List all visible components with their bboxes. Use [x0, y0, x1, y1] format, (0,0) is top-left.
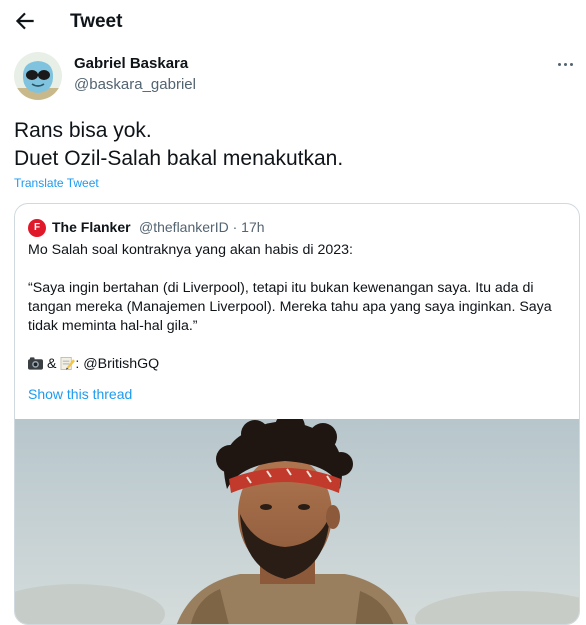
avatar[interactable]	[14, 52, 62, 100]
photo-credit: & : @BritishGQ	[28, 355, 568, 374]
author-handle[interactable]: @baskara_gabriel	[74, 76, 196, 93]
page-title: Tweet	[70, 11, 123, 32]
photo-salah	[15, 419, 579, 624]
tweet-text: Rans bisa yok. Duet Ozil-Salah bakal men…	[14, 117, 574, 173]
credit-handle[interactable]: : @BritishGQ	[75, 356, 159, 372]
tweet-text-line: Duet Ozil-Salah bakal menakutkan.	[14, 147, 344, 170]
quoted-author-avatar[interactable]: F	[28, 219, 46, 237]
memo-emoji	[60, 357, 76, 370]
show-thread-link[interactable]: Show this thread	[28, 386, 132, 402]
quoted-author-handle: @theflankerID	[139, 219, 229, 235]
quoted-timestamp[interactable]: 17h	[241, 219, 264, 235]
quoted-tweet-text: Mo Salah soal kontraknya yang akan habis…	[28, 241, 568, 374]
quoted-media-image[interactable]	[15, 419, 579, 624]
more-options-icon[interactable]	[558, 56, 578, 68]
translate-tweet-link[interactable]: Translate Tweet	[14, 176, 99, 190]
camera-emoji	[28, 357, 43, 370]
quoted-author-name[interactable]: The Flanker	[52, 219, 131, 235]
meta-separator: ·	[232, 219, 238, 235]
quoted-paragraph: Mo Salah soal kontraknya yang akan habis…	[28, 242, 353, 258]
author-name[interactable]: Gabriel Baskara	[74, 55, 188, 72]
avatar-image	[14, 52, 62, 100]
quoted-paragraph: “Saya ingin bertahan (di Liverpool), tet…	[28, 280, 552, 334]
tweet-text-line: Rans bisa yok.	[14, 119, 152, 142]
top-bar: Tweet	[0, 0, 586, 44]
quoted-meta: @theflankerID · 17h	[139, 219, 265, 235]
quoted-tweet-card[interactable]: F The Flanker @theflankerID · 17h Mo Sal…	[14, 203, 580, 625]
back-arrow-icon[interactable]	[12, 8, 38, 34]
credit-ampersand: &	[46, 356, 57, 372]
